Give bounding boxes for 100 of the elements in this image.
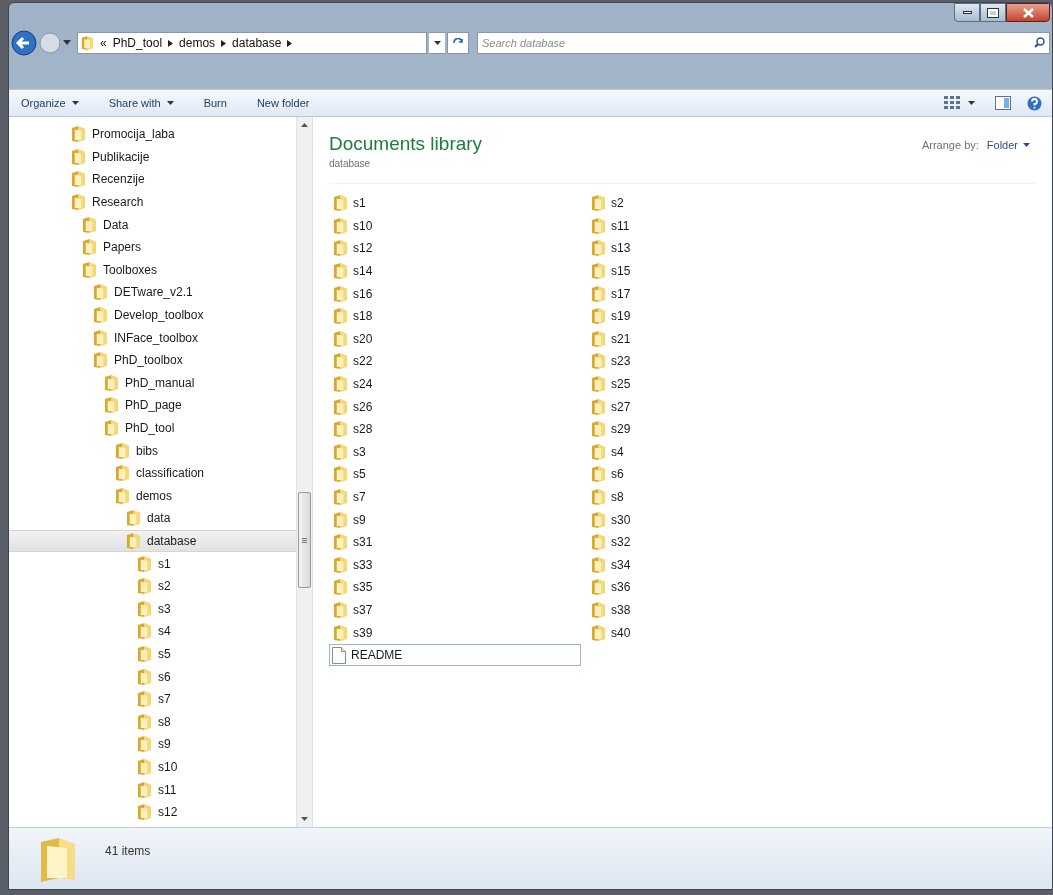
tree-item[interactable]: Publikacije [9, 145, 296, 169]
folder-icon [591, 285, 606, 302]
tree-item[interactable]: database [9, 529, 296, 553]
tree-item[interactable]: Papers [9, 235, 296, 259]
tree-item[interactable]: s4 [9, 620, 296, 643]
tree-item[interactable]: s6 [9, 665, 296, 688]
tree-item[interactable]: s9 [9, 733, 296, 756]
file-item[interactable]: s23 [587, 350, 839, 373]
file-item[interactable]: s31 [329, 530, 581, 554]
file-item[interactable]: s16 [329, 282, 581, 305]
back-button[interactable] [11, 30, 37, 56]
file-item[interactable]: s4 [587, 440, 839, 464]
refresh-button[interactable] [447, 32, 469, 54]
toolbar-button[interactable]: Share with [102, 92, 180, 114]
folder-icon [137, 645, 152, 662]
preview-pane-icon[interactable] [995, 96, 1011, 110]
breadcrumb-segment[interactable]: PhD_tool [112, 34, 163, 52]
tree-item[interactable]: s2 [9, 574, 296, 598]
file-item[interactable]: s25 [587, 372, 839, 396]
file-item[interactable]: s36 [587, 576, 839, 599]
file-item[interactable]: s39 [329, 621, 581, 644]
scrollbar-thumb[interactable] [298, 492, 311, 588]
tree-item[interactable]: Promocija_laba [9, 123, 296, 146]
breadcrumb-segment[interactable]: database [232, 34, 282, 52]
arrange-by-dropdown[interactable]: Folder [986, 137, 1030, 154]
file-item[interactable]: s7 [329, 485, 581, 509]
tree-item[interactable]: bibs [9, 439, 296, 462]
address-bar[interactable]: « PhD_tool demos database [77, 32, 427, 54]
toolbar-button[interactable]: Burn [197, 92, 233, 114]
tree-item[interactable]: s7 [9, 687, 296, 711]
tree-item[interactable]: PhD_tool [9, 416, 296, 440]
file-item[interactable]: s9 [329, 508, 581, 531]
tree-item[interactable]: s11 [9, 778, 296, 801]
file-item[interactable]: s17 [587, 282, 839, 305]
file-item[interactable]: s14 [329, 259, 581, 283]
tree-item[interactable]: demos [9, 484, 296, 508]
tree-item[interactable]: INFace_toolbox [9, 326, 296, 349]
toolbar-button[interactable]: New folder [250, 92, 316, 114]
file-item[interactable]: s5 [329, 463, 581, 486]
tree-item[interactable]: Research [9, 190, 296, 214]
file-item[interactable]: s18 [329, 304, 581, 328]
file-item[interactable]: s20 [329, 327, 581, 351]
tree-item[interactable]: s10 [9, 755, 296, 779]
recent-pages-caret-icon[interactable] [63, 40, 71, 46]
tree-item[interactable]: classification [9, 461, 296, 485]
maximize-button[interactable] [980, 3, 1006, 22]
file-item[interactable]: s21 [587, 327, 839, 351]
scrollbar[interactable] [296, 117, 312, 827]
tree-item[interactable]: s8 [9, 710, 296, 734]
file-item[interactable]: s3 [329, 440, 581, 464]
tree-item[interactable]: s1 [9, 552, 296, 575]
file-item[interactable]: s1 [329, 192, 581, 215]
file-item[interactable]: s19 [587, 304, 839, 328]
minimize-button[interactable] [954, 3, 980, 22]
tree-item[interactable]: PhD_toolbox [9, 348, 296, 372]
file-item[interactable]: s12 [329, 237, 581, 260]
file-item[interactable]: s40 [587, 621, 839, 644]
file-item[interactable]: s27 [587, 395, 839, 418]
file-item[interactable]: s28 [329, 417, 581, 441]
tree-item[interactable]: s3 [9, 597, 296, 621]
file-item[interactable]: s29 [587, 417, 839, 441]
search-field[interactable]: Search database [477, 32, 1050, 54]
file-item[interactable]: README [329, 643, 581, 667]
file-item[interactable]: s30 [587, 508, 839, 531]
scroll-down-icon[interactable] [301, 817, 308, 821]
breadcrumb-segment[interactable]: demos [179, 34, 216, 52]
scroll-up-icon[interactable] [301, 123, 308, 127]
tree-item[interactable]: s5 [9, 642, 296, 666]
tree-item[interactable]: DETware_v2.1 [9, 281, 296, 304]
tree-item[interactable]: Toolboxes [9, 258, 296, 282]
file-item[interactable]: s15 [587, 259, 839, 283]
file-item[interactable]: s2 [587, 192, 839, 215]
file-item[interactable]: s32 [587, 530, 839, 554]
tree-item[interactable]: PhD_page [9, 394, 296, 417]
file-item[interactable]: s26 [329, 395, 581, 418]
tree-item[interactable]: PhD_manual [9, 371, 296, 395]
file-item[interactable]: s8 [587, 485, 839, 509]
tree-item[interactable]: data [9, 507, 296, 530]
file-item[interactable]: s37 [329, 598, 581, 622]
file-item[interactable]: s35 [329, 576, 581, 599]
file-item[interactable]: s6 [587, 463, 839, 486]
toolbar-button[interactable]: Organize [15, 92, 85, 114]
folder-icon [81, 36, 94, 50]
file-item[interactable]: s10 [329, 214, 581, 238]
tree-item[interactable]: Data [9, 213, 296, 236]
tree-item[interactable]: Recenzije [9, 168, 296, 191]
close-button[interactable] [1006, 3, 1050, 22]
file-item[interactable]: s34 [587, 553, 839, 577]
address-history-button[interactable] [429, 32, 445, 54]
file-item[interactable]: s13 [587, 237, 839, 260]
file-item[interactable]: s11 [587, 214, 839, 238]
file-item[interactable]: s33 [329, 553, 581, 577]
tree-item[interactable]: Develop_toolbox [9, 303, 296, 327]
file-item[interactable]: s22 [329, 350, 581, 373]
address-overflow[interactable]: « [100, 34, 107, 52]
help-icon[interactable] [1027, 95, 1042, 111]
file-item[interactable]: s24 [329, 372, 581, 396]
tree-item[interactable]: s12 [9, 800, 296, 824]
caret-icon [968, 101, 975, 105]
file-item[interactable]: s38 [587, 598, 839, 622]
